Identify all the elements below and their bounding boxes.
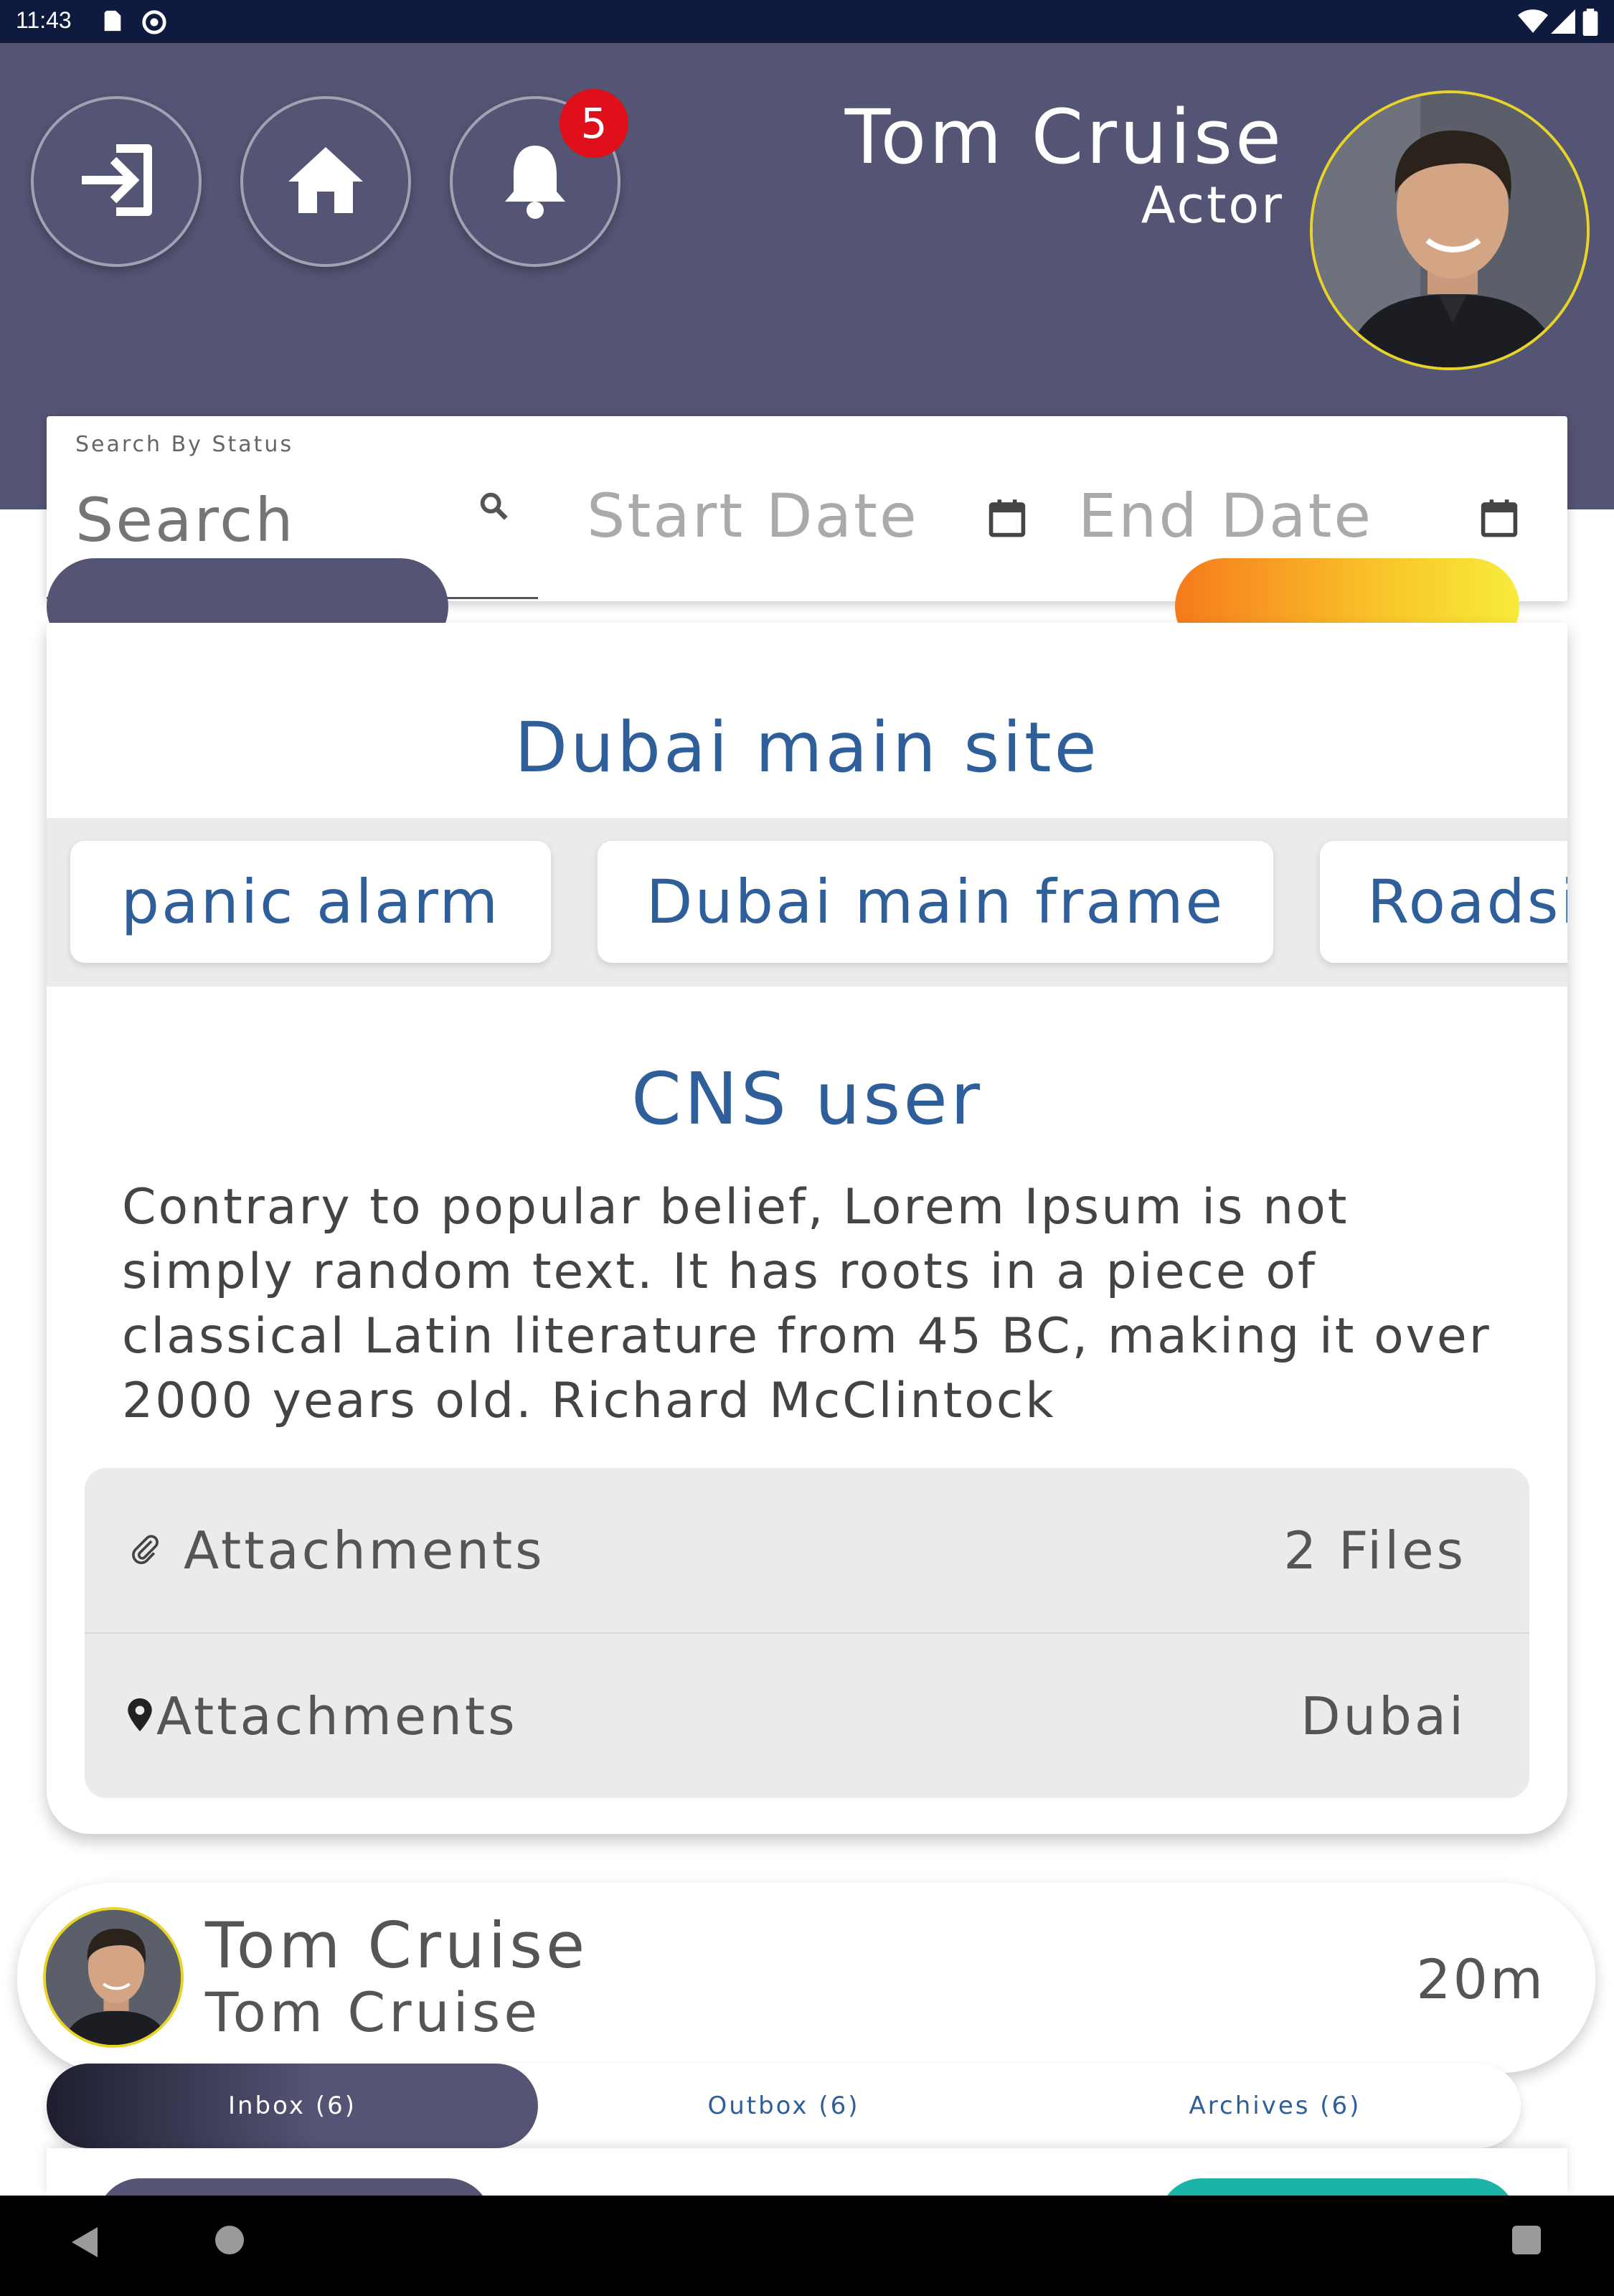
avatar[interactable]	[1310, 90, 1590, 370]
cell-signal-icon	[1551, 9, 1575, 37]
message-body: Contrary to popular belief, Lorem Ipsum …	[122, 1179, 1491, 1429]
attachments-row[interactable]: Attachments 2 Files	[85, 1468, 1529, 1632]
paperclip-icon	[129, 1533, 161, 1568]
location-pin-icon	[128, 1698, 152, 1734]
battery-icon	[1582, 9, 1598, 39]
sender-title: CNS user	[631, 1057, 983, 1141]
site-title: Dubai main site	[514, 707, 1100, 788]
sender-name: Tom Cruise	[205, 1909, 589, 1982]
mailbox-tab-bar: Inbox (6) Outbox (6) Archives (6)	[47, 2064, 1521, 2148]
status-time: 11:43	[16, 7, 72, 33]
tag-chip[interactable]: Dubai main frame	[598, 841, 1273, 963]
attachments-count: 2 Files	[1283, 1520, 1466, 1581]
avatar	[43, 1907, 184, 2048]
tab-inbox[interactable]: Inbox (6)	[47, 2064, 538, 2148]
user-role: Actor	[1141, 176, 1284, 235]
sd-card-icon	[100, 9, 125, 36]
bell-icon	[502, 140, 568, 223]
message-card[interactable]: Dubai main site panic alarm Dubai main f…	[47, 623, 1567, 1834]
status-pill-left	[97, 2178, 491, 2196]
login-button[interactable]	[31, 96, 202, 267]
system-nav-bar	[0, 2196, 1614, 2296]
sync-icon	[141, 9, 168, 39]
end-date-field[interactable]: End Date	[1078, 481, 1373, 560]
wifi-icon	[1518, 9, 1548, 37]
calendar-icon[interactable]	[988, 498, 1027, 541]
message-list-item[interactable]: Tom Cruise Tom Cruise 20m	[17, 1883, 1595, 2073]
back-icon[interactable]	[69, 2224, 100, 2263]
calendar-icon[interactable]	[1480, 498, 1519, 541]
search-icon[interactable]	[477, 489, 510, 525]
user-name: Tom Cruise	[844, 93, 1284, 181]
info-box: Attachments 2 Files Attachments Dubai	[85, 1468, 1529, 1798]
location-row[interactable]: Attachments Dubai	[85, 1634, 1529, 1798]
sender-subtitle: Tom Cruise	[205, 1980, 542, 2044]
tab-archives[interactable]: Archives (6)	[1029, 2064, 1521, 2148]
message-time: 20m	[1416, 1947, 1545, 2011]
search-input[interactable]	[75, 481, 463, 560]
status-pill-right	[1158, 2178, 1517, 2196]
next-message-card[interactable]	[47, 2148, 1567, 2196]
search-status-label: Search By Status	[75, 432, 294, 457]
attachments-label: Attachments	[184, 1520, 545, 1581]
start-date-field[interactable]: Start Date	[587, 481, 919, 560]
login-arrow-icon	[76, 143, 156, 220]
tag-chip[interactable]: Roadside	[1320, 841, 1567, 963]
home-button[interactable]	[240, 96, 411, 267]
recents-icon[interactable]	[1511, 2224, 1542, 2259]
status-bar: 11:43	[0, 0, 1614, 43]
tab-outbox[interactable]: Outbox (6)	[538, 2064, 1029, 2148]
home-circle-icon[interactable]	[214, 2224, 245, 2259]
location-label: Attachments	[156, 1685, 518, 1746]
tag-chip[interactable]: panic alarm	[70, 841, 551, 963]
tag-chip-strip[interactable]: panic alarm Dubai main frame Roadside	[47, 818, 1567, 987]
location-value: Dubai	[1301, 1685, 1466, 1746]
home-icon	[285, 144, 366, 219]
notification-count-badge: 5	[560, 89, 628, 158]
